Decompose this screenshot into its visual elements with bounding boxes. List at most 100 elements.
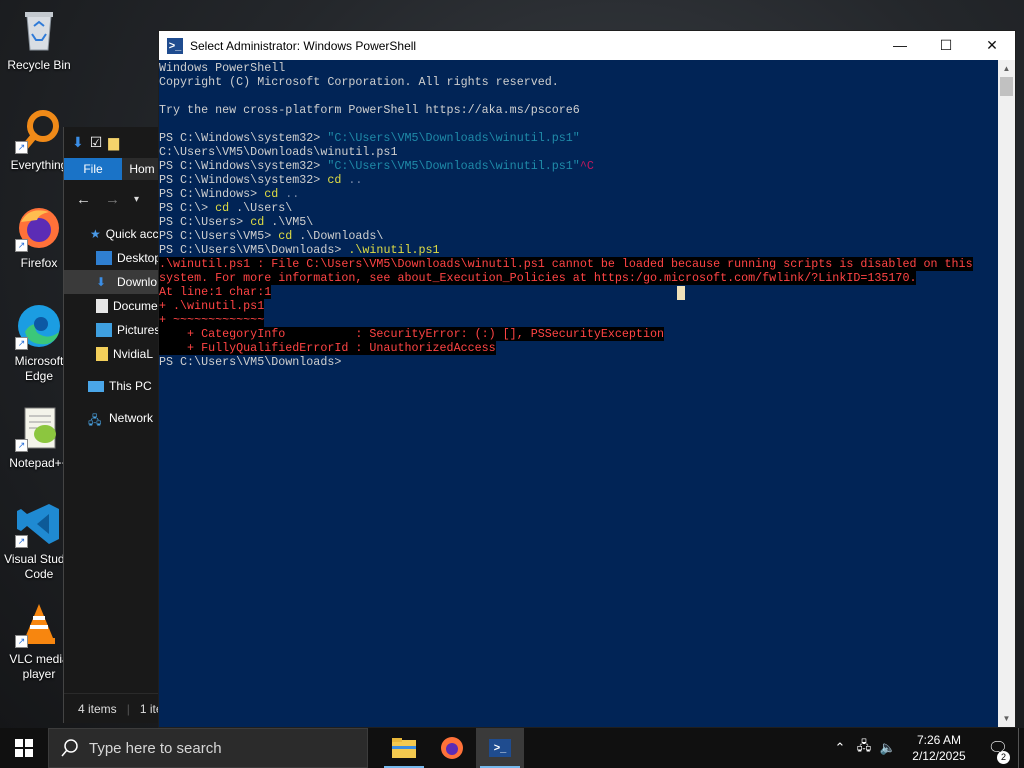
pictures-icon xyxy=(96,323,112,337)
console-text: .. xyxy=(341,173,363,187)
console-error-text: .\winutil.ps1 : File C:\Users\VM5\Downlo… xyxy=(159,257,973,271)
documents-icon xyxy=(96,299,108,313)
title-bar[interactable]: >_ Select Administrator: Windows PowerSh… xyxy=(159,31,1015,60)
console-line: PS C:\> cd .\Users\ xyxy=(159,201,998,215)
console-line: PS C:\Windows> cd .. xyxy=(159,187,998,201)
ribbon-tabs: File Hom xyxy=(64,158,163,180)
back-arrow-icon[interactable]: ← xyxy=(76,191,91,208)
taskbar-apps: >_ xyxy=(380,728,524,768)
search-placeholder: Type here to search xyxy=(89,739,222,757)
chevron-down-icon[interactable]: ▾ xyxy=(134,194,139,205)
desktop-icon-label: Recycle Bin xyxy=(7,58,71,72)
console-text: PS C:\Users\VM5\Downloads> xyxy=(159,355,342,369)
scroll-thumb[interactable] xyxy=(1000,77,1013,96)
console-text: PS C:\Users> xyxy=(159,215,251,229)
taskbar-search-box[interactable]: Type here to search xyxy=(48,728,368,768)
taskbar-powershell[interactable]: >_ xyxy=(476,728,524,768)
taskbar: Type here to search >_ ⌃ 🖧 🔈 7:26 AM 2/1… xyxy=(0,728,1024,768)
close-button[interactable]: ✕ xyxy=(969,31,1015,60)
tree-item-this-pc[interactable]: This PC xyxy=(64,374,163,398)
console-output[interactable]: Windows PowerShell Copyright (C) Microsof… xyxy=(159,60,998,727)
maximize-button[interactable]: ☐ xyxy=(923,31,969,60)
scroll-down-icon[interactable]: ▼ xyxy=(998,710,1015,727)
console-error-text: + ~~~~~~~~~~~~~ xyxy=(159,313,265,327)
console-text: cd xyxy=(215,201,230,215)
console-text: PS C:\Windows\system32> xyxy=(159,131,328,145)
show-desktop-button[interactable] xyxy=(1018,728,1024,768)
console-text: .\VM5\ xyxy=(264,215,314,229)
console-line: PS C:\Windows\system32> cd .. xyxy=(159,173,998,187)
console-line: + FullyQualifiedErrorId : UnauthorizedAc… xyxy=(159,341,998,355)
status-bar: 4 items | 1 ite xyxy=(64,693,163,723)
tab-file[interactable]: File xyxy=(64,158,122,180)
console-line: At line:1 char:1 xyxy=(159,285,998,299)
powershell-window[interactable]: >_ Select Administrator: Windows PowerSh… xyxy=(158,30,1016,728)
tree-item-quick-access[interactable]: ★ Quick acce xyxy=(64,222,163,246)
tree-item-label: NvidiaL xyxy=(113,347,154,361)
console-text: "C:\Users\VM5\Downloads\winutil.ps1" xyxy=(327,159,580,173)
console-text: PS C:\> xyxy=(159,201,216,215)
tree-item-label: Quick acce xyxy=(105,227,163,241)
tree-item-documents[interactable]: Docume xyxy=(64,294,163,318)
console-line: + ~~~~~~~~~~~~~ xyxy=(159,313,998,327)
taskbar-file-explorer[interactable] xyxy=(380,728,428,768)
shortcut-arrow-icon: ↗ xyxy=(15,239,28,252)
volume-muted-icon[interactable]: 🔈 xyxy=(876,740,900,756)
minimize-button[interactable]: — xyxy=(877,31,923,60)
console-text: C:\Users\VM5\Downloads\winutil.ps1 xyxy=(159,145,398,159)
network-icon: 🖧 xyxy=(88,413,102,427)
window-title: Select Administrator: Windows PowerShell xyxy=(190,38,417,53)
tree-item-label: Desktop xyxy=(117,251,162,265)
folder-icon xyxy=(96,347,108,361)
navigation-bar: ← → ▾ xyxy=(64,180,163,218)
console-text: Windows PowerShell xyxy=(159,61,286,75)
firefox-icon xyxy=(441,737,463,759)
console-text: cd xyxy=(278,229,293,243)
shortcut-arrow-icon: ↗ xyxy=(15,439,28,452)
console-text: cd xyxy=(250,215,265,229)
network-icon[interactable]: 🖧 xyxy=(852,737,876,759)
folder-icon xyxy=(392,738,416,758)
vertical-scrollbar[interactable]: ▲ ▼ xyxy=(998,60,1015,727)
console-line: PS C:\Users\VM5\Downloads> .\winutil.ps1 xyxy=(159,243,998,257)
computer-icon xyxy=(88,380,104,392)
tree-item-downloads[interactable]: ⬇ Downlo xyxy=(64,270,163,294)
console-line: .\winutil.ps1 : File C:\Users\VM5\Downlo… xyxy=(159,257,998,271)
console-line: + .\winutil.ps1 xyxy=(159,299,998,313)
shortcut-arrow-icon: ↗ xyxy=(15,337,28,350)
status-item-count: 4 items xyxy=(78,701,117,716)
desktop-icon-recycle-bin[interactable]: Recycle Bin xyxy=(0,6,78,73)
console-line: system. For more information, see about_… xyxy=(159,271,998,285)
notification-badge: 2 xyxy=(997,751,1010,764)
scroll-up-icon[interactable]: ▲ xyxy=(998,60,1015,77)
download-icon[interactable]: ⬇ xyxy=(72,134,84,151)
recycle-bin-icon xyxy=(15,6,63,54)
tree-item-label: Docume xyxy=(113,299,158,313)
notification-center-button[interactable]: 🗨 2 xyxy=(978,738,1018,764)
console-line: PS C:\Users> cd .\VM5\ xyxy=(159,215,998,229)
console-text: .. xyxy=(278,187,300,201)
tree-item-label: Downlo xyxy=(117,275,158,289)
console-text: .\Users\ xyxy=(229,201,293,215)
file-explorer-window[interactable]: ⬇ ☑ ▆ File Hom ← → ▾ ★ Quick acce Deskto… xyxy=(63,127,163,723)
new-folder-icon[interactable]: ▆ xyxy=(108,134,119,151)
tab-home[interactable]: Hom xyxy=(122,158,162,180)
shortcut-arrow-icon: ↗ xyxy=(15,635,28,648)
windows-logo-icon xyxy=(15,739,33,757)
console-line: PS C:\Users\VM5\Downloads> xyxy=(159,355,998,369)
taskbar-firefox[interactable] xyxy=(428,728,476,768)
tree-item-network[interactable]: 🖧 Network xyxy=(64,406,163,430)
forward-arrow-icon[interactable]: → xyxy=(105,191,120,208)
console-error-text: system. For more information, see about_… xyxy=(159,271,917,285)
tree-item-nvidia[interactable]: NvidiaL xyxy=(64,342,163,366)
tree-item-desktop[interactable]: Desktop xyxy=(64,246,163,270)
shortcut-arrow-icon: ↗ xyxy=(15,141,28,154)
start-button[interactable] xyxy=(0,728,48,768)
chevron-up-icon[interactable]: ⌃ xyxy=(828,740,852,756)
clock[interactable]: 7:26 AM 2/12/2025 xyxy=(900,732,978,764)
tree-item-pictures[interactable]: Pictures xyxy=(64,318,163,342)
edge-icon: ↗ xyxy=(15,302,63,350)
properties-icon[interactable]: ☑ xyxy=(90,134,103,151)
console-error-text: + .\winutil.ps1 xyxy=(159,299,265,313)
